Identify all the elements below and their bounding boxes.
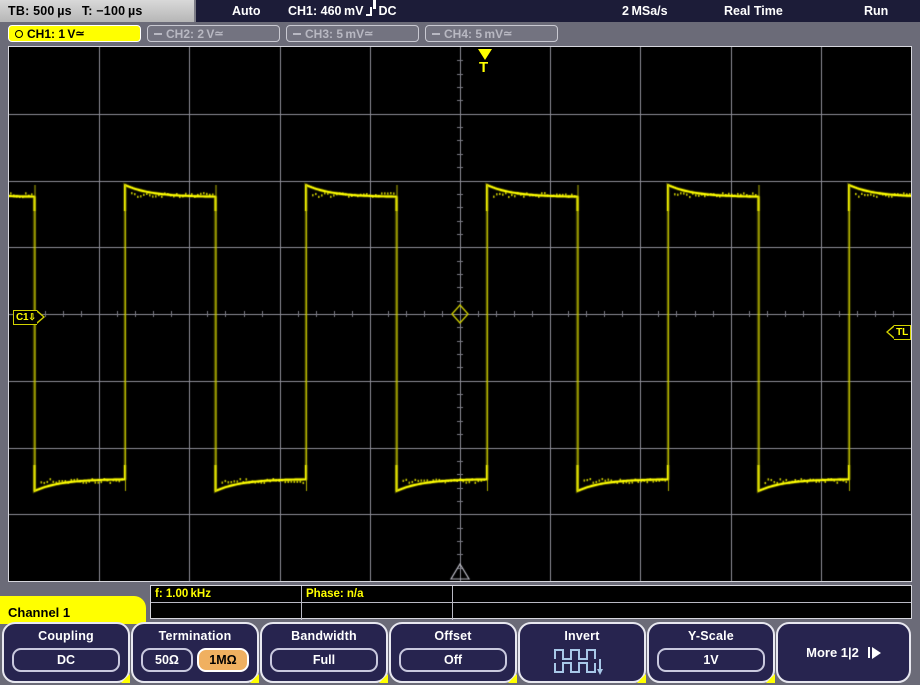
trigger-coupling-value: DC [378, 4, 397, 18]
trigger-status: Auto CH1: 460 mV DC 2 MSa/s Real Time Run [196, 0, 920, 22]
softkey-offset-title: Offset [434, 629, 472, 643]
softkey-coupling[interactable]: Coupling DC [2, 622, 130, 683]
submenu-corner-icon [250, 674, 259, 683]
softkey-termination[interactable]: Termination 50Ω 1MΩ [131, 622, 259, 683]
channel-tab-ch2-label: CH2: 2 V [166, 26, 215, 41]
softkey-invert[interactable]: Invert [518, 622, 646, 683]
status-bar: TB: 500 µs T: −100 µs Auto CH1: 460 mV DC… [0, 0, 920, 22]
submenu-corner-icon [379, 674, 388, 683]
channel-tab-ch2[interactable]: CH2: 2 V ≃ [147, 25, 280, 42]
menu-title: Channel 1 [0, 596, 146, 624]
softkey-offset[interactable]: Offset Off [389, 622, 517, 683]
waveform-trace-ch1 [9, 47, 911, 581]
channel-tab-ch1-coupling: ≃ [75, 28, 84, 40]
softkey-more-label: More 1|2 [806, 645, 859, 660]
oscilloscope-screen: TB: 500 µs T: −100 µs Auto CH1: 460 mV DC… [0, 0, 920, 685]
measurement-cell-phase[interactable]: Phase: n/a [302, 586, 453, 603]
softkey-termination-option-1megohm[interactable]: 1MΩ [197, 648, 249, 672]
measurement-cell-3[interactable] [453, 586, 911, 603]
marker-tip-icon [36, 310, 45, 324]
submenu-corner-icon [508, 674, 517, 683]
waveform-display[interactable]: T C1 ⇩ TL [8, 46, 912, 582]
channel-tab-ch3-coupling: ≃ [364, 28, 373, 40]
trigger-time-label: T [479, 59, 489, 76]
softkey-y-scale-title: Y-Scale [688, 629, 734, 643]
timebase-value: TB: 500 µs [8, 4, 72, 18]
softkey-y-scale-value[interactable]: 1V [657, 648, 765, 672]
submenu-corner-icon [121, 674, 130, 683]
submenu-corner-icon [766, 674, 775, 683]
trigger-mode-value[interactable]: Auto [232, 4, 260, 18]
softkey-coupling-value[interactable]: DC [12, 648, 120, 672]
channel-tab-ch3-label: CH3: 5 mV [305, 26, 365, 41]
next-page-arrow-icon[interactable] [867, 646, 881, 659]
channel-off-icon [432, 32, 440, 35]
channel-tab-ch3[interactable]: CH3: 5 mV ≃ [286, 25, 419, 42]
channel-on-icon [15, 29, 23, 38]
acquisition-mode-value[interactable]: Real Time [724, 4, 783, 18]
measurement-cell-5[interactable] [302, 603, 453, 620]
softkey-y-scale[interactable]: Y-Scale 1V [647, 622, 775, 683]
sample-rate-value: 2 MSa/s [622, 4, 668, 18]
trigger-source-level: CH1: 460 mV [288, 4, 364, 18]
rising-edge-icon [366, 7, 377, 16]
channel1-ground-label: C1 [16, 312, 29, 323]
softkey-offset-value[interactable]: Off [399, 648, 507, 672]
softkey-bandwidth[interactable]: Bandwidth Full [260, 622, 388, 683]
measurement-results[interactable]: f: 1.00 kHz Phase: n/a [150, 585, 912, 620]
measurement-cell-4[interactable] [151, 603, 302, 620]
softkey-termination-option-50ohm[interactable]: 50Ω [141, 648, 193, 672]
softkey-more-pages[interactable]: More 1|2 [776, 622, 911, 683]
marker-tip-icon [886, 325, 895, 339]
softkey-bandwidth-value[interactable]: Full [270, 648, 378, 672]
channel-tab-ch4-coupling: ≃ [503, 28, 512, 40]
channel-tab-ch4-label: CH4: 5 mV [444, 26, 504, 41]
channel1-ground-marker[interactable]: C1 ⇩ [13, 310, 45, 325]
softkey-bandwidth-title: Bandwidth [291, 629, 357, 643]
measurement-cell-6[interactable] [453, 603, 911, 620]
run-state-value[interactable]: Run [864, 4, 888, 18]
softkey-menu: Coupling DC Termination 50Ω 1MΩ Bandwidt… [0, 622, 920, 685]
trigger-position-value: T: −100 µs [81, 4, 143, 18]
trigger-level-label: TL [896, 327, 908, 338]
channel-off-icon [154, 32, 162, 35]
softkey-termination-title: Termination [158, 629, 232, 643]
trigger-source-value[interactable]: CH1: 460 mV DC [288, 4, 397, 18]
timebase-status[interactable]: TB: 500 µs T: −100 µs [0, 0, 196, 22]
channel-tab-ch1[interactable]: CH1: 1 V ≃ [8, 25, 141, 42]
channel-tab-ch4[interactable]: CH4: 5 mV ≃ [425, 25, 558, 42]
softkey-coupling-title: Coupling [38, 629, 94, 643]
trigger-level-marker[interactable]: TL [886, 325, 911, 340]
ground-arrow-icon: ⇩ [28, 312, 36, 322]
channel-tab-bar: CH1: 1 V ≃ CH2: 2 V ≃ CH3: 5 mV ≃ CH4: 5 mV… [0, 22, 920, 45]
submenu-corner-icon [637, 674, 646, 683]
channel-tab-ch2-coupling: ≃ [214, 28, 223, 40]
invert-waveform-icon [547, 647, 617, 682]
softkey-invert-title: Invert [564, 629, 600, 643]
channel-off-icon [293, 32, 301, 35]
measurement-cell-frequency[interactable]: f: 1.00 kHz [151, 586, 302, 603]
channel-tab-ch1-label: CH1: 1 V [27, 26, 76, 41]
